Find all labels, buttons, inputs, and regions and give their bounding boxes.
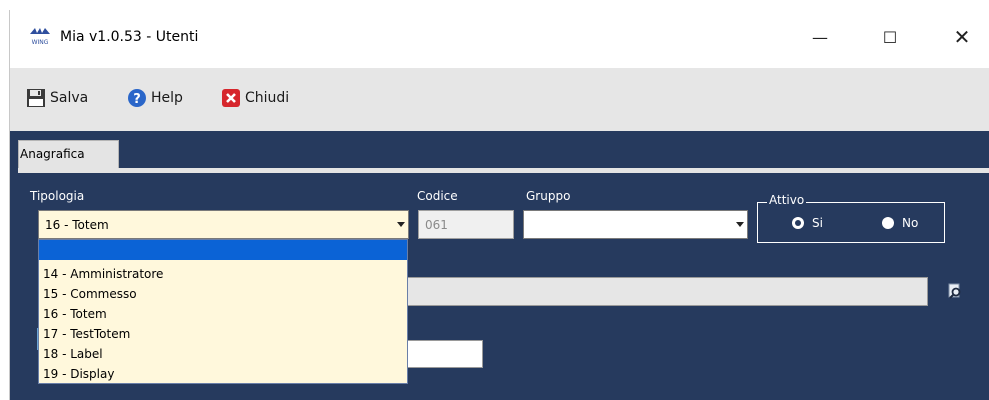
secondary-field[interactable] (405, 340, 483, 368)
radio-unchecked-icon (882, 217, 894, 229)
wing-logo-icon: WING (30, 28, 50, 46)
tab-strip (18, 168, 989, 173)
radio-checked-icon (792, 217, 804, 229)
question-mark-icon: ? (128, 89, 146, 107)
radio-si-label: Si (812, 216, 823, 230)
app-window: WING Mia v1.0.53 - Utenti — ☐ ✕ Salva ? … (9, 10, 989, 400)
tipologia-select[interactable]: 16 - Totem (38, 210, 409, 239)
attivo-legend: Attivo (767, 193, 807, 207)
save-button[interactable]: Salva (26, 88, 88, 108)
svg-text:?: ? (133, 92, 141, 107)
svg-text:WING: WING (32, 39, 49, 46)
maximize-button[interactable]: ☐ (867, 22, 913, 52)
dropdown-item[interactable]: 16 - Totem (39, 304, 407, 324)
gruppo-label: Gruppo (526, 189, 571, 203)
attivo-radio-si[interactable]: Si (792, 216, 823, 230)
toolbar: Salva ? Help Chiudi (10, 68, 989, 131)
chevron-down-icon[interactable] (397, 222, 405, 227)
form-panel: Anagrafica Tipologia Codice Gruppo 16 - … (10, 131, 989, 400)
dropdown-item[interactable]: 18 - Label (39, 344, 407, 364)
dropdown-item[interactable]: 15 - Commesso (39, 284, 407, 304)
save-label: Salva (50, 90, 89, 106)
tipologia-value: 16 - Totem (45, 218, 109, 232)
help-button[interactable]: ? Help (127, 88, 183, 108)
title-bar: WING Mia v1.0.53 - Utenti — ☐ ✕ (10, 10, 989, 68)
magnifier-icon[interactable] (947, 283, 963, 299)
minimize-button[interactable]: — (797, 22, 843, 52)
close-label: Chiudi (245, 90, 290, 106)
dropdown-highlighted-item[interactable] (39, 240, 407, 260)
attivo-group: Attivo Si No (757, 193, 945, 243)
gruppo-select[interactable] (523, 210, 748, 239)
dropdown-item[interactable]: 14 - Amministratore (39, 264, 407, 284)
close-window-button[interactable]: ✕ (939, 22, 985, 52)
codice-field[interactable]: 061 (418, 210, 514, 239)
attivo-radio-no[interactable]: No (882, 216, 918, 230)
red-x-icon (222, 89, 240, 107)
tipologia-label: Tipologia (30, 189, 85, 203)
help-label: Help (151, 90, 183, 106)
floppy-disk-icon (27, 89, 45, 107)
dropdown-item[interactable]: 19 - Display (39, 364, 407, 384)
close-button[interactable]: Chiudi (221, 88, 289, 108)
description-field[interactable] (405, 277, 928, 306)
codice-label: Codice (417, 189, 458, 203)
window-title: Mia v1.0.53 - Utenti (60, 29, 199, 45)
radio-no-label: No (902, 216, 919, 230)
chevron-down-icon[interactable] (736, 222, 744, 227)
dropdown-item[interactable]: 17 - TestTotem (39, 324, 407, 344)
tab-anagrafica[interactable]: Anagrafica (18, 140, 119, 168)
tipologia-dropdown-list[interactable]: 14 - Amministratore 15 - Commesso 16 - T… (38, 239, 408, 384)
